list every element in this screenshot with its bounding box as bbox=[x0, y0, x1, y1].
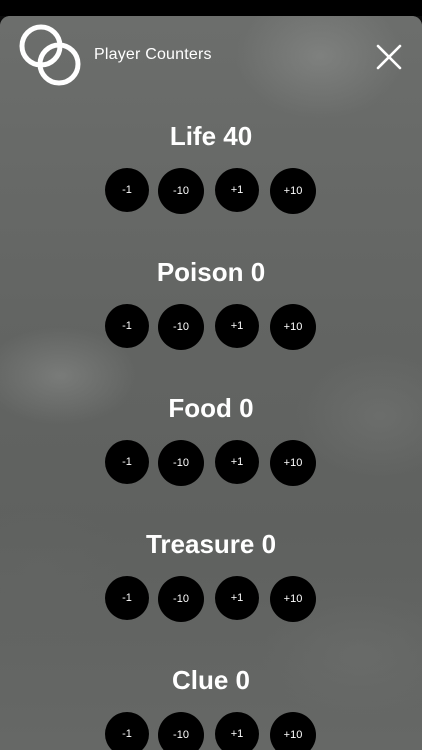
clue-plus-10-button[interactable]: +10 bbox=[270, 712, 316, 750]
counter-buttons-poison: -1 -10 +1 +10 bbox=[105, 304, 319, 350]
counter-poison: Poison 0 -1 -10 +1 +10 bbox=[0, 254, 422, 374]
counter-title-life: Life 40 bbox=[169, 121, 253, 151]
treasure-minus-10-button[interactable]: -10 bbox=[158, 576, 204, 622]
treasure-plus-10-button[interactable]: +10 bbox=[270, 576, 316, 622]
life-plus-10-button[interactable]: +10 bbox=[270, 168, 316, 214]
counter-buttons-life: -1 -10 +1 +10 bbox=[105, 168, 319, 214]
food-plus-1-button[interactable]: +1 bbox=[215, 440, 259, 484]
counter-title-treasure: Treasure 0 bbox=[145, 529, 277, 559]
treasure-plus-1-button[interactable]: +1 bbox=[215, 576, 259, 620]
counter-title-poison: Poison 0 bbox=[156, 257, 266, 287]
close-icon[interactable] bbox=[372, 40, 406, 74]
food-minus-1-button[interactable]: -1 bbox=[105, 440, 149, 484]
counter-treasure: Treasure 0 -1 -10 +1 +10 bbox=[0, 526, 422, 646]
life-minus-10-button[interactable]: -10 bbox=[158, 168, 204, 214]
poison-plus-10-button[interactable]: +10 bbox=[270, 304, 316, 350]
counter-title-clue: Clue 0 bbox=[171, 665, 251, 695]
counter-life: Life 40 -1 -10 +1 +10 bbox=[0, 118, 422, 238]
poison-minus-1-button[interactable]: -1 bbox=[105, 304, 149, 348]
counter-buttons-treasure: -1 -10 +1 +10 bbox=[105, 576, 319, 622]
clue-minus-10-button[interactable]: -10 bbox=[158, 712, 204, 750]
life-plus-1-button[interactable]: +1 bbox=[215, 168, 259, 212]
life-minus-1-button[interactable]: -1 bbox=[105, 168, 149, 212]
counter-clue: Clue 0 -1 -10 +1 +10 bbox=[0, 662, 422, 750]
food-plus-10-button[interactable]: +10 bbox=[270, 440, 316, 486]
counter-buttons-clue: -1 -10 +1 +10 bbox=[105, 712, 319, 750]
status-bar-strip bbox=[0, 0, 422, 16]
counter-buttons-food: -1 -10 +1 +10 bbox=[105, 440, 319, 486]
header-title: Player Counters bbox=[94, 46, 212, 63]
player-counters-sheet: Player Counters Life 40 -1 -10 +1 +10 Po… bbox=[0, 16, 422, 750]
double-circle-logo-icon bbox=[19, 24, 81, 86]
treasure-minus-1-button[interactable]: -1 bbox=[105, 576, 149, 620]
counter-food: Food 0 -1 -10 +1 +10 bbox=[0, 390, 422, 510]
clue-plus-1-button[interactable]: +1 bbox=[215, 712, 259, 750]
sheet-header: Player Counters bbox=[0, 16, 422, 96]
poison-minus-10-button[interactable]: -10 bbox=[158, 304, 204, 350]
food-minus-10-button[interactable]: -10 bbox=[158, 440, 204, 486]
poison-plus-1-button[interactable]: +1 bbox=[215, 304, 259, 348]
counter-title-food: Food 0 bbox=[168, 393, 254, 423]
clue-minus-1-button[interactable]: -1 bbox=[105, 712, 149, 750]
